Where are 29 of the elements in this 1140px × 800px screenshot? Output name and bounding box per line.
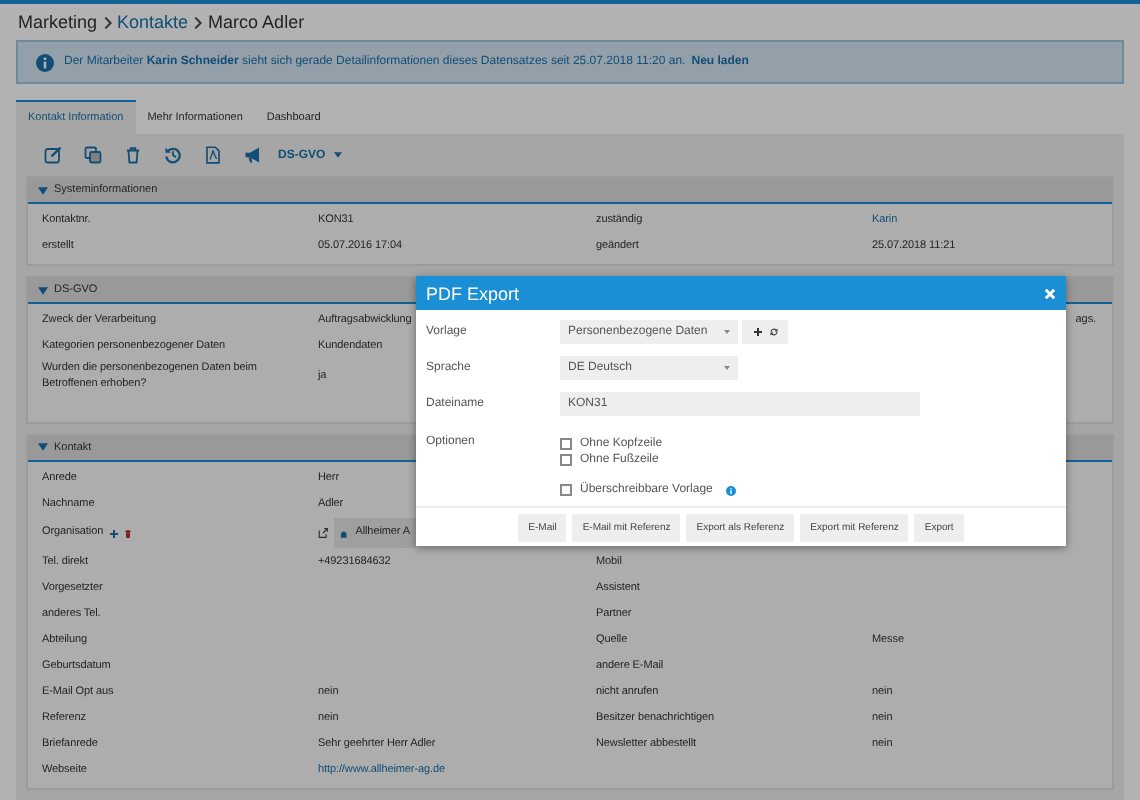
breadcrumb-item: Marco Adler xyxy=(208,12,305,32)
dialog-title: PDF Export xyxy=(426,283,520,303)
breadcrumb-item: Marketing xyxy=(18,12,98,32)
caret-down-icon xyxy=(38,442,48,452)
refresh-icon[interactable] xyxy=(769,328,777,336)
caret-down-icon xyxy=(38,285,48,295)
trash-icon[interactable] xyxy=(124,146,142,164)
trash-icon[interactable] xyxy=(123,529,132,537)
info-icon xyxy=(36,53,54,71)
breadcrumb-link[interactable]: Kontakte xyxy=(117,12,189,32)
edit-icon[interactable] xyxy=(44,146,62,164)
close-icon[interactable] xyxy=(1044,287,1056,299)
copy-icon[interactable] xyxy=(84,146,102,164)
checkbox[interactable] xyxy=(560,454,572,466)
external-link-icon[interactable] xyxy=(318,528,328,538)
caret-icon xyxy=(333,152,342,158)
checkbox[interactable] xyxy=(560,484,572,496)
checkbox[interactable] xyxy=(560,438,572,450)
caret-icon xyxy=(724,330,730,334)
caret-icon xyxy=(724,366,730,370)
chevron-right-icon xyxy=(194,15,203,29)
info-icon[interactable] xyxy=(726,485,737,495)
history-icon[interactable] xyxy=(164,146,182,164)
caret-down-icon xyxy=(38,185,48,195)
megaphone-icon[interactable] xyxy=(244,146,262,164)
building-icon xyxy=(340,529,348,537)
pdf-file-icon[interactable] xyxy=(204,146,222,164)
chevron-right-icon xyxy=(103,15,112,29)
plus-icon[interactable] xyxy=(753,328,761,336)
